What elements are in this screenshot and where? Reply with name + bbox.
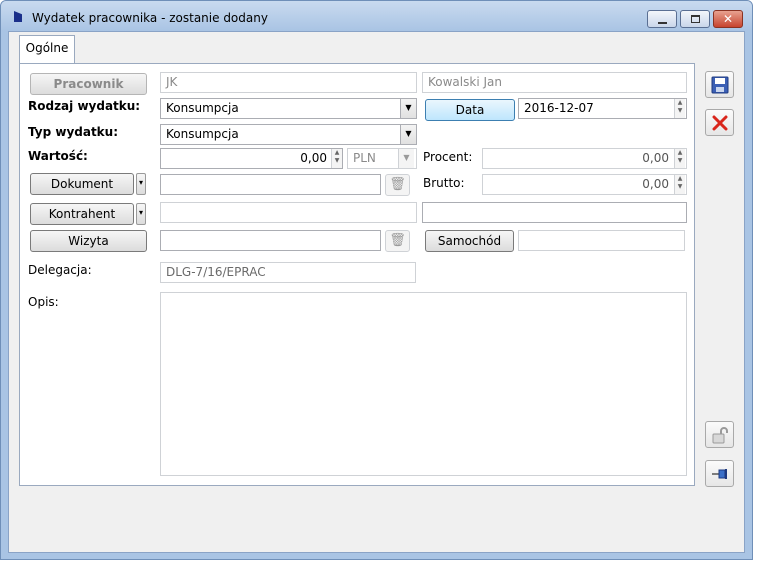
brutto-label: Brutto: bbox=[423, 176, 465, 190]
delegacja-label: Delegacja: bbox=[28, 263, 92, 277]
pracownik-code-field[interactable]: JK bbox=[160, 72, 417, 93]
wartosc-spinner[interactable]: ▲ ▼ bbox=[331, 149, 342, 168]
wartosc-label: Wartość: bbox=[28, 149, 88, 163]
data-button[interactable]: Data bbox=[425, 99, 515, 121]
kontrahent-button[interactable]: Kontrahent bbox=[30, 203, 134, 225]
close-icon: ✕ bbox=[722, 12, 734, 26]
pin-icon bbox=[711, 469, 727, 479]
opis-textarea[interactable] bbox=[160, 292, 687, 476]
trash-icon[interactable]: 🗑 bbox=[385, 174, 410, 196]
chevron-down-icon[interactable]: ▼ bbox=[400, 125, 416, 144]
dokument-field[interactable] bbox=[160, 174, 381, 195]
pracownik-name-field[interactable]: Kowalski Jan bbox=[422, 72, 687, 93]
save-button[interactable] bbox=[705, 71, 734, 98]
brutto-spinner[interactable]: ▲ ▼ bbox=[674, 175, 685, 194]
chevron-down-icon[interactable]: ▼ bbox=[400, 99, 416, 118]
dokument-menu-button[interactable]: ▾ bbox=[136, 173, 146, 195]
cancel-icon bbox=[712, 115, 727, 131]
currency-value: PLN bbox=[353, 151, 376, 165]
procent-label: Procent: bbox=[423, 150, 473, 164]
dokument-button[interactable]: Dokument bbox=[30, 173, 134, 195]
minimize-button[interactable] bbox=[647, 10, 677, 28]
chevron-down-icon[interactable]: ▼ bbox=[398, 149, 414, 168]
pracownik-button[interactable]: Pracownik bbox=[30, 73, 147, 95]
wizyta-button[interactable]: Wizyta bbox=[30, 230, 147, 252]
minimize-icon bbox=[658, 22, 667, 24]
typ-wydatku-label: Typ wydatku: bbox=[28, 125, 119, 139]
opis-label: Opis: bbox=[28, 295, 59, 309]
data-spinner[interactable]: ▲ ▼ bbox=[674, 99, 685, 118]
samochod-field[interactable] bbox=[518, 230, 685, 251]
maximize-button[interactable] bbox=[680, 10, 710, 28]
pin-button[interactable] bbox=[705, 460, 734, 487]
unlock-icon bbox=[712, 427, 728, 444]
typ-wydatku-select[interactable]: Konsumpcja bbox=[160, 124, 417, 145]
cancel-button[interactable] bbox=[705, 109, 734, 136]
procent-field[interactable]: 0,00 bbox=[482, 148, 687, 169]
wartosc-field[interactable]: 0,00 bbox=[160, 148, 343, 169]
lock-button[interactable] bbox=[705, 421, 734, 448]
kontrahent-code-field[interactable] bbox=[160, 202, 417, 223]
kontrahent-menu-button[interactable]: ▾ bbox=[136, 203, 146, 225]
kontrahent-name-field[interactable] bbox=[422, 202, 687, 223]
delegacja-field[interactable]: DLG-7/16/EPRAC bbox=[160, 262, 416, 283]
data-field[interactable]: 2016-12-07 bbox=[518, 98, 687, 119]
maximize-icon bbox=[691, 15, 700, 23]
brutto-field[interactable]: 0,00 bbox=[482, 174, 687, 195]
close-button[interactable]: ✕ bbox=[713, 10, 743, 28]
rodzaj-wydatku-select[interactable]: Konsumpcja bbox=[160, 98, 417, 119]
trash-icon[interactable]: 🗑 bbox=[385, 230, 410, 252]
tab-ogolne[interactable]: Ogólne bbox=[19, 35, 75, 64]
procent-spinner[interactable]: ▲ ▼ bbox=[674, 149, 685, 168]
wizyta-field[interactable] bbox=[160, 230, 381, 251]
typ-wydatku-value: Konsumpcja bbox=[166, 127, 239, 141]
rodzaj-wydatku-value: Konsumpcja bbox=[166, 101, 239, 115]
window-title: Wydatek pracownika - zostanie dodany bbox=[32, 11, 268, 25]
save-icon bbox=[711, 76, 728, 94]
rodzaj-wydatku-label: Rodzaj wydatku: bbox=[28, 99, 141, 113]
samochod-button[interactable]: Samochód bbox=[425, 230, 514, 252]
